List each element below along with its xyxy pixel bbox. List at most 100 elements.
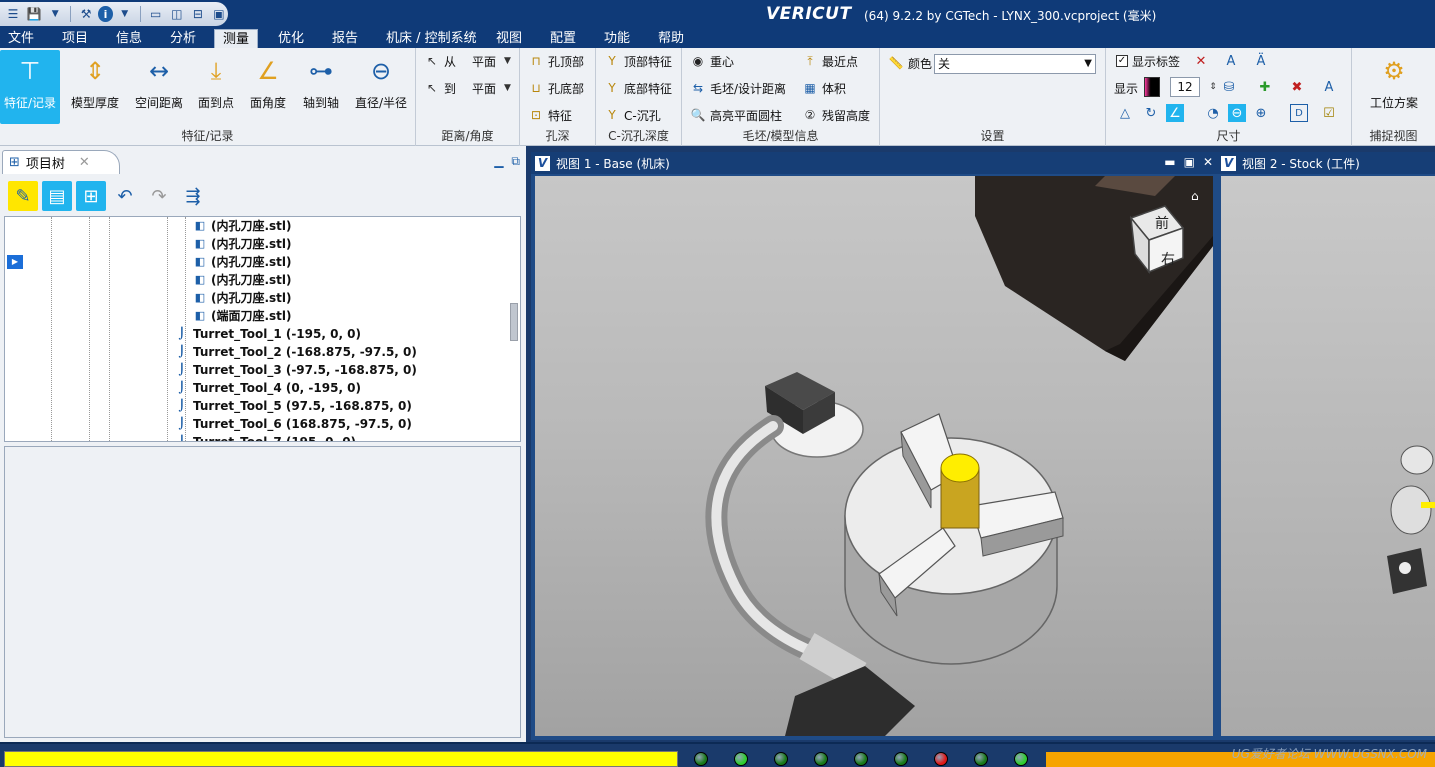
view-2-canvas[interactable]: [1221, 176, 1435, 736]
tab-measure[interactable]: 测量: [214, 29, 259, 48]
minimize-icon[interactable]: ▁: [494, 154, 503, 169]
tree-item[interactable]: ◧ (内孔刀座.stl): [193, 217, 292, 235]
tree-item[interactable]: ⌡ Turret_Tool_2 (-168.875, -97.5, 0): [175, 343, 417, 361]
group-label: 尺寸: [1216, 129, 1241, 143]
from-button[interactable]: ↖ 从: [424, 50, 456, 72]
d-icon[interactable]: D: [1290, 104, 1308, 122]
feature-record-button[interactable]: ⊤ 特征/记录: [0, 50, 60, 124]
tree-scrollbar[interactable]: [510, 303, 518, 341]
save-icon[interactable]: 💾: [25, 5, 43, 23]
delete-label-icon[interactable]: ✕: [1192, 52, 1210, 70]
tree-item[interactable]: ⌡ Turret_Tool_4 (0, -195, 0): [175, 379, 361, 397]
diameter-dim-icon[interactable]: ⊖: [1228, 104, 1246, 122]
feature-button[interactable]: ⊡ 特征: [528, 104, 572, 126]
home-icon[interactable]: ⌂: [1191, 189, 1199, 203]
triangle-icon[interactable]: △: [1116, 104, 1134, 122]
redo-icon[interactable]: ↷: [144, 181, 174, 211]
show-labels-checkbox[interactable]: ✓ 显示标签: [1116, 50, 1180, 72]
app-menu-icon[interactable]: ☰: [4, 5, 22, 23]
tab-view[interactable]: 视图: [488, 29, 530, 48]
to-button[interactable]: ↖ 到: [424, 77, 456, 99]
caliper-icon: ⊤: [19, 57, 41, 85]
tools-icon[interactable]: ⚒: [77, 5, 95, 23]
axis-to-axis-button[interactable]: ⊶ 轴到轴: [298, 50, 344, 124]
volume-button[interactable]: ▦ 体积: [802, 77, 846, 99]
chevron-down-icon[interactable]: ▼: [116, 5, 134, 23]
tab-file[interactable]: 文件: [0, 29, 42, 48]
space-distance-button[interactable]: ↔ 空间距离: [130, 50, 188, 124]
add-component-icon[interactable]: ⊞: [76, 181, 106, 211]
tree-item[interactable]: ◧ (内孔刀座.stl): [193, 253, 292, 271]
tree-item[interactable]: ◧ (端面刀座.stl): [193, 307, 292, 325]
close-icon[interactable]: ✕: [79, 155, 90, 170]
info-icon[interactable]: i: [98, 6, 113, 22]
axis-icon: ⊶: [309, 57, 333, 85]
add-dimension-icon[interactable]: ✚: [1256, 78, 1274, 96]
minimize-icon[interactable]: ▬: [1164, 155, 1175, 169]
text-size-icon[interactable]: A: [1320, 78, 1338, 96]
configure-icon[interactable]: ⇶: [178, 181, 208, 211]
center-of-gravity-button[interactable]: ◉ 重心: [690, 50, 734, 72]
highlight-plane-cylinder-button[interactable]: 🔍 高亮平面圆柱: [690, 104, 783, 126]
from-select[interactable]: 平面 ▼: [472, 50, 511, 72]
tab-report[interactable]: 报告: [324, 29, 366, 48]
text-a-icon[interactable]: A: [1222, 52, 1240, 70]
float-icon[interactable]: ⧉: [511, 154, 520, 169]
stock-design-distance-button[interactable]: ⇆ 毛坯/设计距离: [690, 77, 786, 99]
project-tree-tab[interactable]: ⊞ 项目树 ✕: [2, 150, 120, 174]
to-select[interactable]: 平面 ▼: [472, 77, 511, 99]
text-edit-icon[interactable]: Ä: [1252, 52, 1270, 70]
undo-icon[interactable]: ↶: [110, 181, 140, 211]
tree-view-icon[interactable]: ▤: [42, 181, 72, 211]
face-angle-button[interactable]: ∠ 面角度: [246, 50, 290, 124]
delete-dimension-icon[interactable]: ✖: [1288, 78, 1306, 96]
radius-icon[interactable]: ◔: [1204, 104, 1222, 122]
font-size-input[interactable]: 12: [1170, 77, 1200, 97]
top-feature-button[interactable]: Y 顶部特征: [604, 50, 672, 72]
bottom-feature-button[interactable]: Y 底部特征: [604, 77, 672, 99]
check-dim-icon[interactable]: ☑: [1320, 104, 1338, 122]
maximize-icon[interactable]: ▣: [1184, 155, 1195, 169]
rotate-icon[interactable]: ↻: [1142, 104, 1160, 122]
scallop-height-button[interactable]: ② 残留高度: [802, 104, 870, 126]
tab-help[interactable]: 帮助: [650, 29, 692, 48]
tab-machine-control[interactable]: 机床 / 控制系统: [378, 29, 485, 48]
layout-split-icon[interactable]: ◫: [168, 5, 186, 23]
countersink-button[interactable]: Y C-沉孔: [604, 104, 660, 126]
tab-info[interactable]: 信息: [108, 29, 150, 48]
tree-item[interactable]: ⌡ Turret_Tool_3 (-97.5, -168.875, 0): [175, 361, 417, 379]
model-thickness-button[interactable]: ⇕ 模型厚度: [66, 50, 124, 124]
tree-item[interactable]: ◧ (内孔刀座.stl): [193, 289, 292, 307]
diameter-radius-button[interactable]: ⊖ 直径/半径: [352, 50, 410, 124]
center-icon[interactable]: ⊕: [1252, 104, 1270, 122]
distance-icon: ↔: [148, 57, 170, 85]
label-style-icon[interactable]: ⛁: [1220, 78, 1238, 96]
tree-item[interactable]: ⌡ Turret_Tool_1 (-195, 0, 0): [175, 325, 361, 343]
tree-item[interactable]: ◧ (内孔刀座.stl): [193, 235, 292, 253]
layout-extra-icon[interactable]: ▣: [210, 5, 228, 23]
pointer-mode-icon[interactable]: ✎: [8, 181, 38, 211]
hole-bottom-button[interactable]: ⊔ 孔底部: [528, 77, 584, 99]
tree-item[interactable]: ⌡ Turret_Tool_7 (195, 0, 0): [175, 433, 356, 441]
face-to-point-button[interactable]: ⤓ 面到点: [194, 50, 238, 124]
station-plan-button[interactable]: ⚙ 工位方案: [1358, 50, 1430, 124]
tab-optimize[interactable]: 优化: [270, 29, 312, 48]
layout-horizontal-icon[interactable]: ⊟: [189, 5, 207, 23]
tab-config[interactable]: 配置: [542, 29, 584, 48]
view-1-canvas[interactable]: 前 右 ⌂: [535, 176, 1213, 736]
chevron-down-icon[interactable]: ▼: [46, 5, 64, 23]
color-select[interactable]: 关 ▼: [934, 54, 1096, 74]
close-icon[interactable]: ✕: [1203, 155, 1213, 169]
pointer-icon: ↖: [426, 81, 438, 95]
angle-dim-icon[interactable]: ∠: [1166, 104, 1184, 122]
hole-top-button[interactable]: ⊓ 孔顶部: [528, 50, 584, 72]
nearest-point-button[interactable]: ⤒ 最近点: [802, 50, 858, 72]
tab-project[interactable]: 项目: [54, 29, 96, 48]
tree-item[interactable]: ⌡ Turret_Tool_5 (97.5, -168.875, 0): [175, 397, 412, 415]
tree-item[interactable]: ⌡ Turret_Tool_6 (168.875, -97.5, 0): [175, 415, 412, 433]
tab-function[interactable]: 功能: [596, 29, 638, 48]
layout-single-icon[interactable]: ▭: [147, 5, 165, 23]
color-picker-icon[interactable]: [1144, 77, 1160, 97]
tree-item[interactable]: ◧ (内孔刀座.stl): [193, 271, 292, 289]
tab-analysis[interactable]: 分析: [162, 29, 204, 48]
